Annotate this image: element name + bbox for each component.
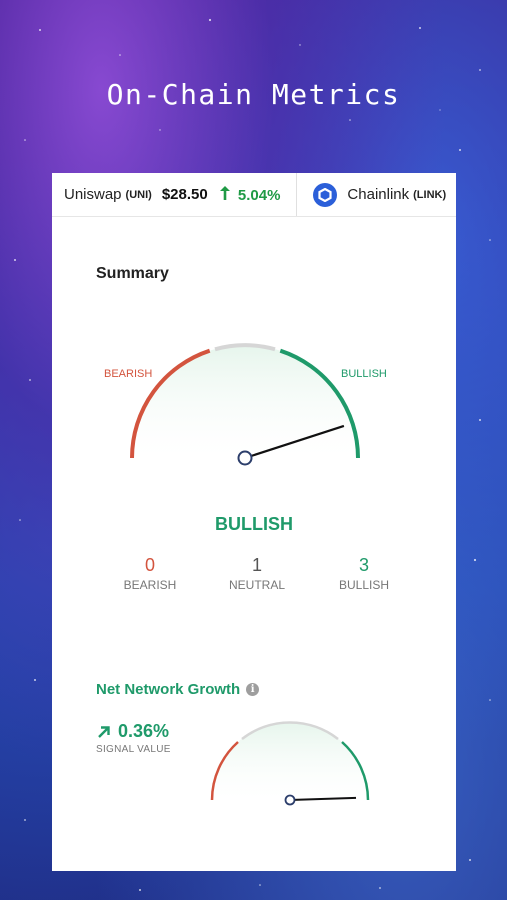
neutral-count-label: NEUTRAL bbox=[228, 578, 285, 592]
small-gauge-face bbox=[212, 722, 368, 800]
arrow-up-icon bbox=[219, 185, 234, 204]
net-network-growth-gauge bbox=[210, 721, 370, 806]
summary-title: Summary bbox=[96, 265, 169, 282]
bearish-count: 0 BEARISH bbox=[112, 555, 188, 592]
bearish-count-label: BEARISH bbox=[123, 578, 177, 592]
signal-value-number: 0.36% bbox=[118, 721, 170, 741]
signal-value: 0.36% bbox=[96, 721, 171, 742]
section-title-text: Net Network Growth bbox=[96, 681, 241, 698]
arrow-up-right-icon bbox=[98, 725, 110, 738]
summary-verdict: BULLISH bbox=[215, 514, 293, 534]
net-network-growth-title: Net Network Growth i bbox=[96, 681, 260, 698]
info-icon[interactable]: i bbox=[246, 683, 260, 696]
summary-gauge bbox=[130, 343, 360, 466]
bullish-count: 3 BULLISH bbox=[326, 555, 402, 592]
bullish-count-label: BULLISH bbox=[338, 578, 390, 592]
ticker-coin-name: Chainlink bbox=[347, 186, 410, 203]
ticker-item-chainlink[interactable]: Chainlink (LINK) bbox=[297, 173, 446, 216]
signal-counts: 0 BEARISH 1 NEUTRAL 3 BULLISH bbox=[112, 555, 402, 592]
gauge-face bbox=[132, 345, 358, 458]
small-gauge-needle-pivot bbox=[284, 794, 296, 806]
signal-value-block: 0.36% SIGNAL VALUE bbox=[96, 721, 171, 755]
neutral-count-value: 1 bbox=[251, 555, 262, 575]
chainlink-logo-icon bbox=[313, 182, 338, 207]
bullish-count-value: 3 bbox=[358, 555, 369, 575]
ticker-coin-symbol: (UNI) bbox=[125, 188, 152, 201]
ticker-coin-symbol: (LINK) bbox=[413, 188, 447, 201]
gauge-needle-pivot bbox=[237, 450, 253, 466]
price-ticker[interactable]: Uniswap (UNI) $28.50 5.04% Chainlink (LI… bbox=[52, 173, 456, 217]
ticker-coin-price: $28.50 bbox=[161, 186, 208, 203]
page-title: On-Chain Metrics bbox=[106, 78, 401, 111]
ticker-change-value: 5.04% bbox=[237, 186, 281, 204]
bearish-count-value: 0 bbox=[144, 555, 155, 575]
ticker-coin-name: Uniswap bbox=[64, 186, 122, 203]
ticker-price-change: 5.04% bbox=[219, 185, 281, 204]
neutral-count: 1 NEUTRAL bbox=[219, 555, 295, 592]
metrics-card: Uniswap (UNI) $28.50 5.04% Chainlink (LI… bbox=[52, 173, 456, 871]
ticker-item-uniswap[interactable]: Uniswap (UNI) $28.50 5.04% bbox=[52, 173, 280, 216]
signal-value-label: SIGNAL VALUE bbox=[96, 744, 171, 755]
